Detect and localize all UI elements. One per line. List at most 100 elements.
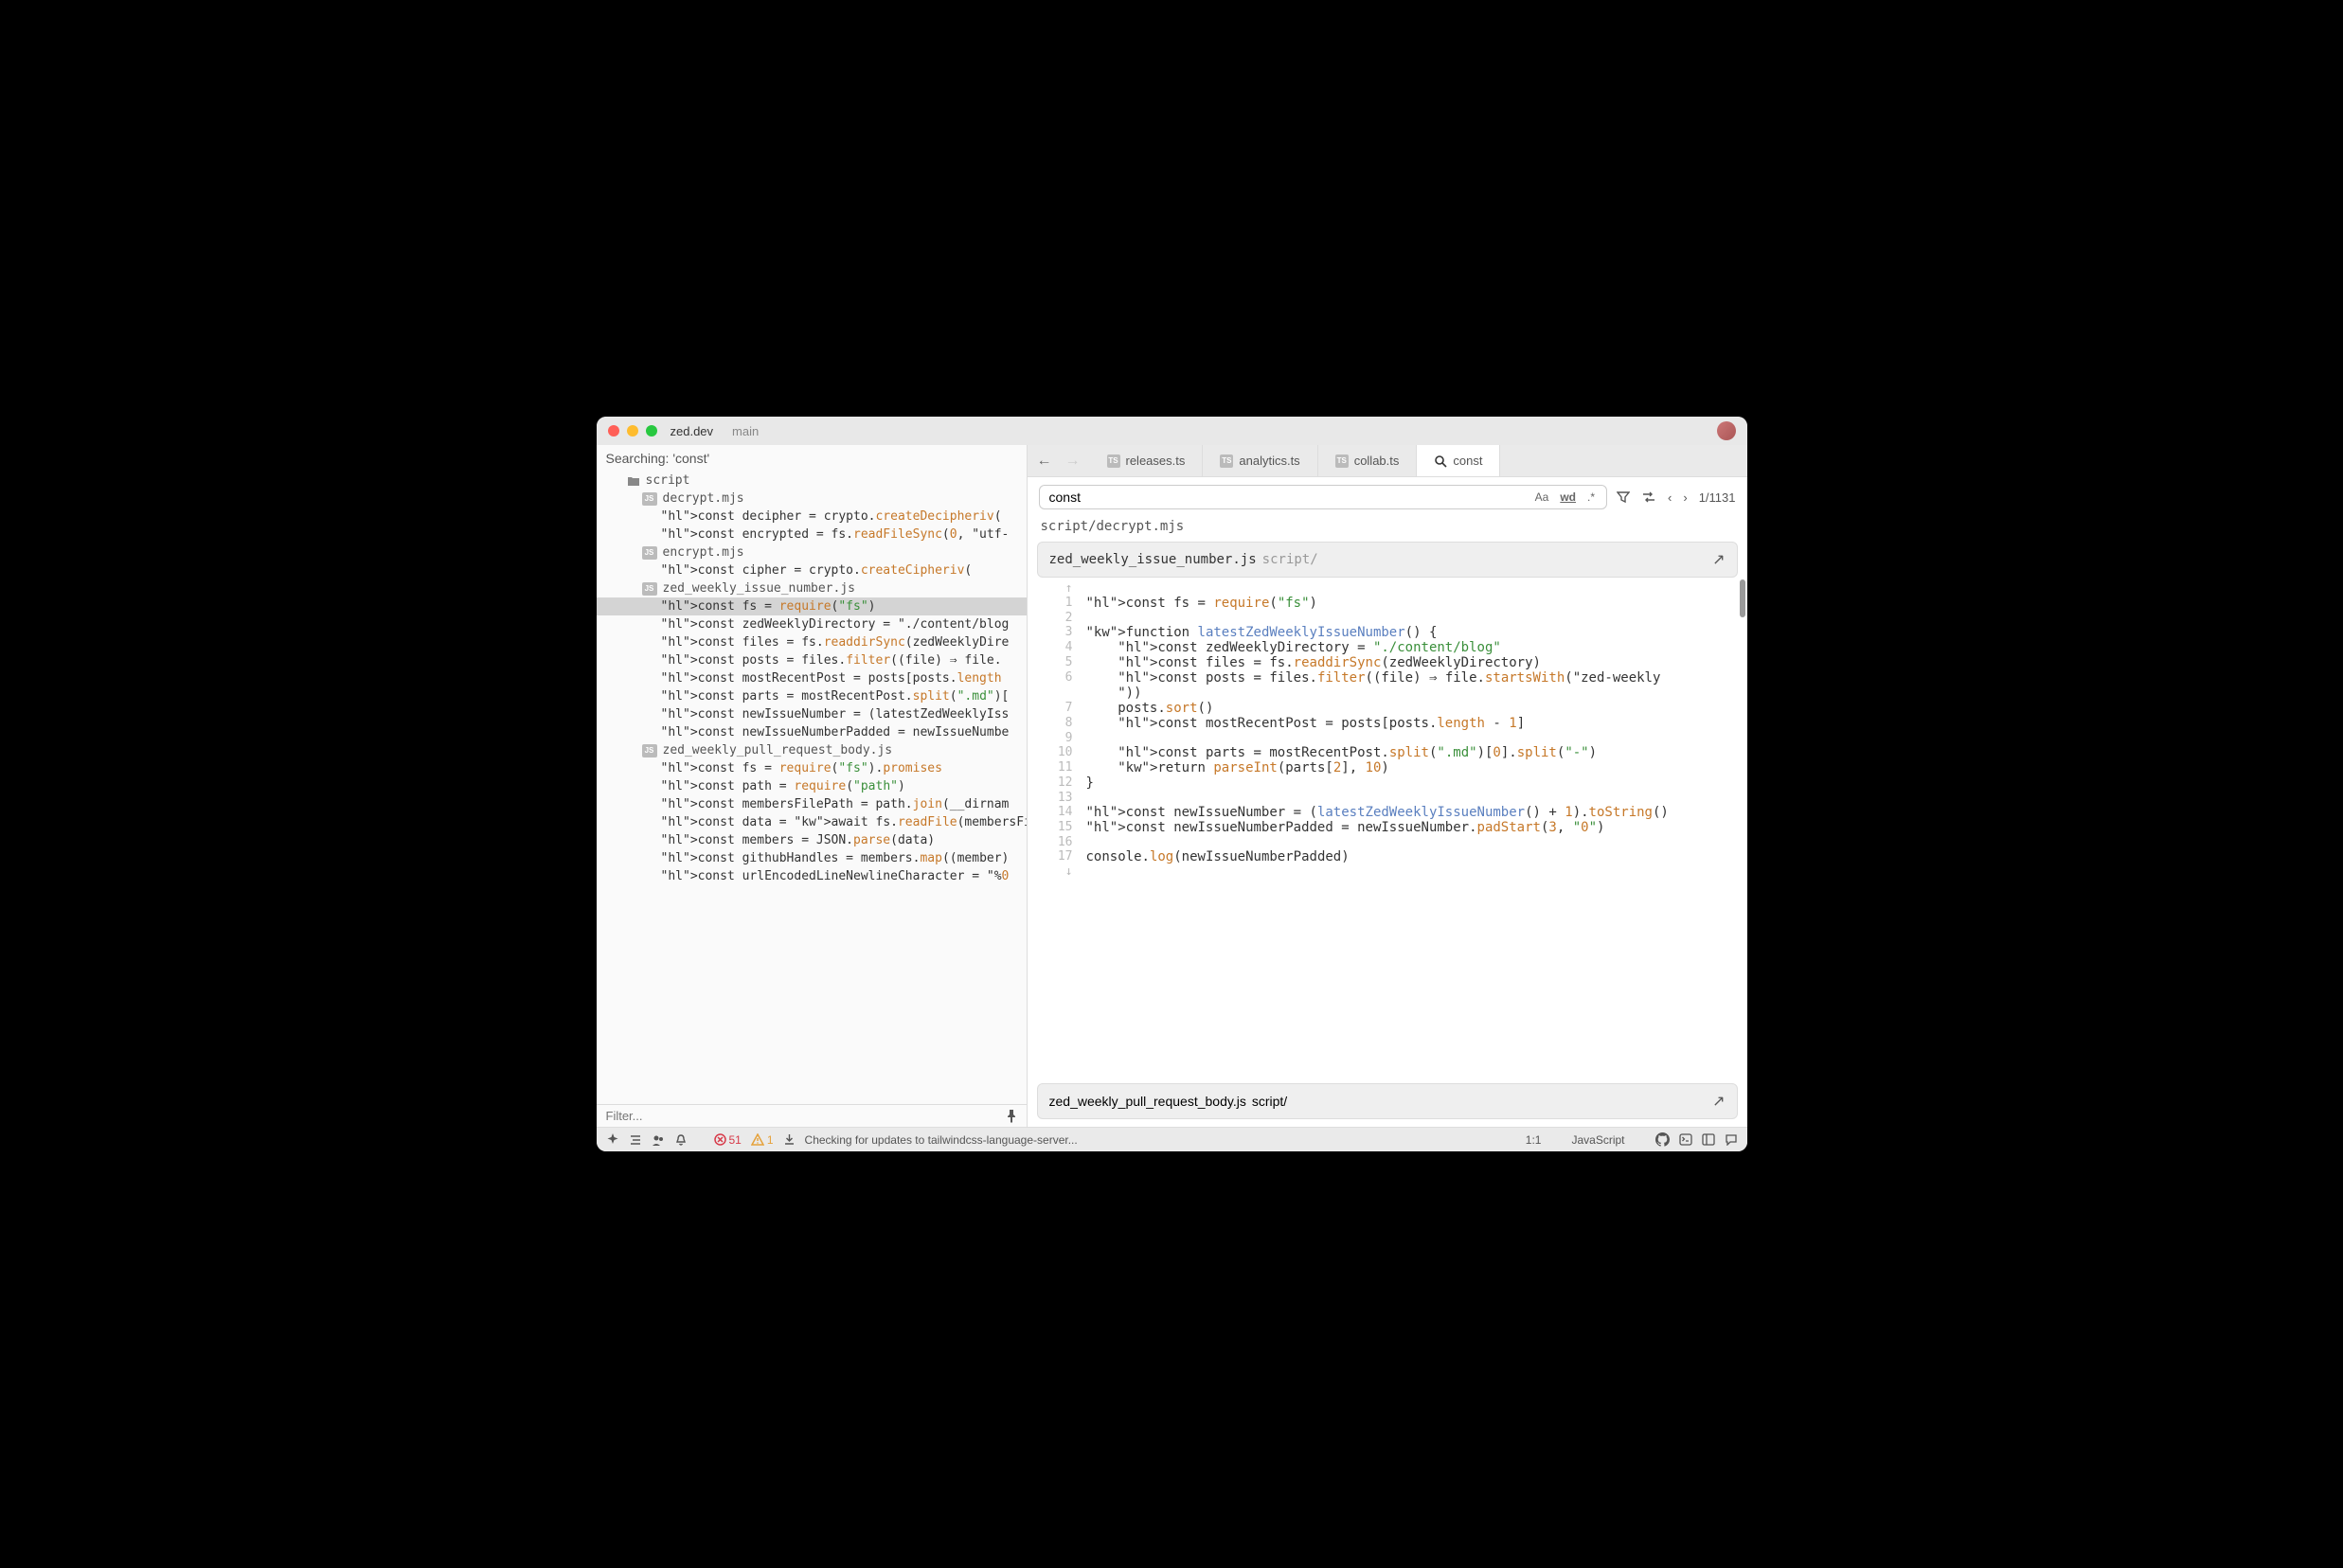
search-match[interactable]: "hl">const membersFilePath = path.join(_… [597, 795, 1027, 813]
code-line[interactable]: 15"hl">const newIssueNumberPadded = newI… [1028, 820, 1747, 835]
feedback-icon[interactable] [1725, 1133, 1738, 1146]
error-count[interactable]: 51 [714, 1133, 742, 1147]
search-match[interactable]: "hl">const files = fs.readdirSync(zedWee… [597, 633, 1027, 651]
code-line[interactable]: 5 "hl">const files = fs.readdirSync(zedW… [1028, 655, 1747, 670]
search-match[interactable]: "hl">const fs = require("fs") [597, 597, 1027, 615]
search-match[interactable]: "hl">const members = JSON.parse(data) [597, 831, 1027, 849]
result-file-header[interactable]: zed_weekly_pull_request_body.js script/ … [1037, 1083, 1738, 1119]
status-message: Checking for updates to tailwindcss-lang… [805, 1133, 1078, 1147]
filter-input[interactable] [606, 1109, 1006, 1123]
line-number: 15 [1028, 820, 1086, 835]
code-line[interactable]: 13 [1028, 791, 1747, 805]
ts-icon: TS [1107, 454, 1120, 468]
case-sensitive-toggle[interactable]: Aa [1533, 490, 1551, 505]
panel-icon[interactable] [1702, 1133, 1715, 1146]
next-match-button[interactable]: › [1683, 490, 1687, 505]
code-line[interactable]: 9 [1028, 731, 1747, 745]
result-file-header[interactable]: zed_weekly_issue_number.js script/ ↗ [1037, 542, 1738, 578]
tab-analytics[interactable]: TS analytics.ts [1203, 445, 1317, 476]
close-window-button[interactable] [608, 425, 619, 437]
line-number: 2 [1028, 611, 1086, 625]
prev-match-button[interactable]: ‹ [1668, 490, 1672, 505]
search-match[interactable]: "hl">const newIssueNumberPadded = newIss… [597, 723, 1027, 741]
code-line[interactable]: 12} [1028, 775, 1747, 791]
code-content [1086, 731, 1747, 745]
code-line[interactable]: 11 "kw">return parseInt(parts[2], 10) [1028, 760, 1747, 775]
search-match[interactable]: "hl">const parts = mostRecentPost.split(… [597, 687, 1027, 705]
nav-forward-button[interactable]: → [1065, 453, 1081, 470]
download-icon[interactable] [783, 1133, 796, 1146]
folder-entry[interactable]: script [597, 472, 1027, 490]
pin-icon[interactable] [1006, 1110, 1017, 1123]
replace-toggle-icon[interactable] [1641, 490, 1656, 504]
search-match[interactable]: "hl">const posts = files.filter((file) ⇒… [597, 651, 1027, 669]
result-file-path: script/ [1262, 552, 1318, 567]
scrollbar-thumb[interactable] [1740, 579, 1745, 617]
code-line[interactable]: 2 [1028, 611, 1747, 625]
regex-toggle[interactable]: .* [1585, 490, 1597, 505]
cursor-position[interactable]: 1:1 [1526, 1133, 1542, 1147]
search-match[interactable]: "hl">const data = "kw">await fs.readFile… [597, 813, 1027, 831]
scrollbar[interactable] [1738, 578, 1747, 1079]
code-line[interactable]: 4 "hl">const zedWeeklyDirectory = "./con… [1028, 640, 1747, 655]
search-match[interactable]: "hl">const encrypted = fs.readFileSync(0… [597, 526, 1027, 543]
search-match[interactable]: "hl">const decipher = crypto.createDecip… [597, 508, 1027, 526]
search-match[interactable]: "hl">const cipher = crypto.createCipheri… [597, 561, 1027, 579]
search-query-input[interactable] [1049, 490, 1526, 505]
outline-icon[interactable] [629, 1133, 642, 1147]
search-match[interactable]: "hl">const urlEncodedLineNewlineCharacte… [597, 867, 1027, 885]
collab-icon[interactable] [652, 1133, 665, 1147]
file-entry[interactable]: JSzed_weekly_issue_number.js [597, 579, 1027, 597]
tab-bar: ← → TS releases.ts TS analytics.ts TS co… [1028, 445, 1747, 477]
language-mode[interactable]: JavaScript [1571, 1133, 1624, 1147]
ts-icon: TS [1335, 454, 1349, 468]
maximize-window-button[interactable] [646, 425, 657, 437]
nav-back-button[interactable]: ← [1037, 453, 1052, 470]
code-line[interactable]: ↑ [1028, 581, 1747, 596]
breadcrumb[interactable]: script/decrypt.mjs [1028, 517, 1747, 542]
search-match[interactable]: "hl">const fs = require("fs").promises [597, 759, 1027, 777]
search-match[interactable]: "hl">const mostRecentPost = posts[posts.… [597, 669, 1027, 687]
code-line[interactable]: ↓ [1028, 864, 1747, 879]
code-line[interactable]: 7 posts.sort() [1028, 701, 1747, 716]
tab-collab[interactable]: TS collab.ts [1318, 445, 1418, 476]
line-number: 12 [1028, 775, 1086, 791]
notifications-icon[interactable] [674, 1133, 688, 1147]
terminal-icon[interactable] [1679, 1133, 1692, 1146]
file-entry[interactable]: JSencrypt.mjs [597, 543, 1027, 561]
search-match[interactable]: "hl">const path = require("path") [597, 777, 1027, 795]
whole-word-toggle[interactable]: wd [1558, 490, 1578, 505]
tab-releases[interactable]: TS releases.ts [1090, 445, 1204, 476]
code-line[interactable]: 8 "hl">const mostRecentPost = posts[post… [1028, 716, 1747, 731]
expand-icon[interactable]: ↗ [1712, 550, 1725, 569]
code-line[interactable]: 10 "hl">const parts = mostRecentPost.spl… [1028, 745, 1747, 760]
code-line[interactable]: 16 [1028, 835, 1747, 849]
line-number: 8 [1028, 716, 1086, 731]
file-name: decrypt.mjs [663, 491, 744, 506]
ai-icon[interactable] [606, 1133, 619, 1147]
code-line[interactable]: 6 "hl">const posts = files.filter((file)… [1028, 670, 1747, 686]
file-entry[interactable]: JSdecrypt.mjs [597, 490, 1027, 508]
code-view[interactable]: ↑1"hl">const fs = require("fs")23"kw">fu… [1028, 578, 1747, 1079]
file-entry[interactable]: JSzed_weekly_pull_request_body.js [597, 741, 1027, 759]
code-line[interactable]: 1"hl">const fs = require("fs") [1028, 596, 1747, 611]
code-line[interactable]: 17console.log(newIssueNumberPadded) [1028, 849, 1747, 864]
code-content [1086, 581, 1747, 596]
warning-count[interactable]: 1 [751, 1133, 774, 1147]
code-line[interactable]: 14"hl">const newIssueNumber = (latestZed… [1028, 805, 1747, 820]
search-match[interactable]: "hl">const newIssueNumber = (latestZedWe… [597, 705, 1027, 723]
git-branch[interactable]: main [732, 424, 759, 438]
search-match[interactable]: "hl">const zedWeeklyDirectory = "./conte… [597, 615, 1027, 633]
github-icon[interactable] [1655, 1132, 1670, 1147]
tab-search[interactable]: const [1417, 445, 1500, 476]
search-match[interactable]: "hl">const githubHandles = members.map((… [597, 849, 1027, 867]
user-avatar[interactable] [1717, 421, 1736, 440]
code-line[interactable]: 3"kw">function latestZedWeeklyIssueNumbe… [1028, 625, 1747, 640]
search-options: Aa wd .* [1533, 490, 1597, 505]
code-content: "hl">const newIssueNumber = (latestZedWe… [1086, 805, 1747, 820]
minimize-window-button[interactable] [627, 425, 638, 437]
filter-icon[interactable] [1617, 490, 1630, 504]
search-results-list[interactable]: script JSdecrypt.mjs"hl">const decipher … [597, 472, 1027, 1104]
expand-icon[interactable]: ↗ [1712, 1092, 1725, 1111]
code-line[interactable]: ")) [1028, 686, 1747, 701]
